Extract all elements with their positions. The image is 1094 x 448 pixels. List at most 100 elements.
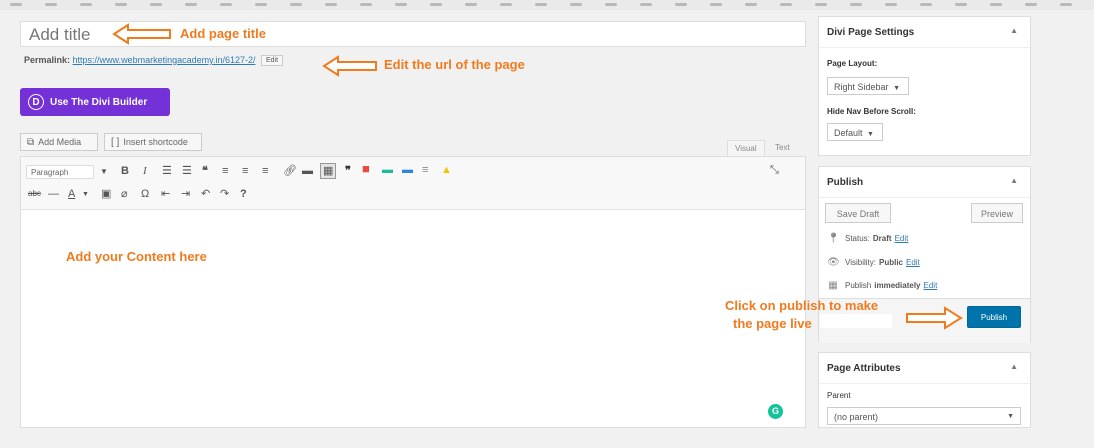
calendar-icon: ▦ — [828, 280, 838, 291]
visibility-edit-link[interactable]: Edit — [906, 258, 920, 267]
status-value: Draft — [872, 234, 892, 243]
publish-time-label: Publish — [845, 281, 872, 290]
bold-icon[interactable]: B — [121, 164, 129, 178]
collapse-caret-icon[interactable]: ▲ — [1010, 362, 1018, 371]
divi-quote-icon[interactable]: ❞ — [345, 164, 351, 178]
permalink-row: Permalink: https://www.webmarketingacade… — [24, 55, 284, 67]
divi-builder-button[interactable]: D Use The Divi Builder — [20, 88, 170, 116]
hide-nav-label: Hide Nav Before Scroll: — [827, 107, 916, 116]
visibility-row: 👁︎ Visibility: Public Edit — [827, 257, 920, 268]
collapse-caret-icon[interactable]: ▲ — [1010, 176, 1018, 185]
paragraph-format-value: Paragraph — [31, 168, 69, 177]
publish-header[interactable]: Publish ▲ — [819, 167, 1030, 198]
arrow-url-annotation — [322, 55, 377, 77]
annotation-title: Add page title — [180, 26, 266, 41]
divi-divider-icon[interactable]: ▬ — [382, 163, 393, 177]
pin-icon: 📍︎ — [827, 233, 840, 244]
save-draft-button[interactable]: Save Draft — [825, 203, 891, 223]
add-media-label: Add Media — [38, 137, 82, 147]
parent-select[interactable]: (no parent) ▼ — [827, 407, 1021, 425]
parent-label: Parent — [827, 391, 851, 400]
divi-logo-icon: D — [28, 94, 44, 110]
collapse-caret-icon[interactable]: ▲ — [1010, 26, 1018, 35]
publish-time-value: immediately — [874, 281, 921, 290]
divi-settings-title: Divi Page Settings — [827, 26, 915, 38]
chevron-down-icon: ▼ — [893, 85, 900, 92]
parent-value: (no parent) — [834, 412, 879, 422]
help-icon[interactable]: ? — [240, 187, 247, 201]
content-hint: Add your Content here — [66, 249, 207, 264]
status-edit-link[interactable]: Edit — [895, 234, 909, 243]
text-color-chevron-icon: ▼ — [82, 191, 89, 198]
annotation-publish-line1: Click on publish to make — [725, 298, 879, 313]
page-attributes-title: Page Attributes — [827, 362, 901, 374]
paste-text-icon[interactable]: ▣ — [101, 187, 111, 201]
annotation-publish-line2: the page live — [733, 316, 812, 331]
page-layout-value: Right Sidebar — [834, 82, 889, 92]
outdent-icon[interactable]: ⇤ — [161, 187, 170, 201]
align-left-icon[interactable]: ≡ — [222, 164, 228, 178]
divi-tabs-icon[interactable]: ▬ — [402, 163, 413, 177]
add-media-button[interactable]: ⧉ Add Media — [20, 133, 98, 151]
page-attributes-box: Page Attributes ▲ Parent (no parent) ▼ — [818, 352, 1031, 428]
add-media-icon: ⧉ — [27, 136, 35, 148]
read-more-icon[interactable]: ▬ — [302, 164, 313, 178]
status-row: 📍︎ Status: Draft Edit — [827, 233, 908, 244]
hide-nav-value: Default — [834, 128, 863, 138]
page-layout-select[interactable]: Right Sidebar ▼ — [827, 77, 909, 95]
chevron-down-icon: ▼ — [1007, 413, 1014, 420]
browser-toolbar-strip — [0, 0, 1094, 10]
insert-shortcode-label: Insert shortcode — [123, 137, 188, 147]
annotation-url: Edit the url of the page — [384, 57, 525, 72]
publish-time-edit-link[interactable]: Edit — [924, 281, 938, 290]
horizontal-line-icon[interactable]: — — [48, 187, 59, 201]
publish-button[interactable]: Publish — [967, 306, 1021, 328]
chevron-down-icon: ▼ — [100, 167, 108, 176]
visibility-value: Public — [878, 258, 903, 267]
shortcode-icon: [ ] — [111, 136, 120, 148]
permalink-label: Permalink: — [24, 55, 71, 65]
permalink-url[interactable]: https://www.webmarketingacademy.in/6127-… — [73, 55, 256, 65]
publish-title: Publish — [827, 176, 864, 188]
numbered-list-icon[interactable]: ☰ — [182, 164, 192, 178]
tab-visual[interactable]: Visual — [727, 140, 765, 157]
publish-time-row: ▦ Publish immediately Edit — [827, 280, 937, 291]
align-right-icon[interactable]: ≡ — [262, 164, 268, 178]
special-char-icon[interactable]: Ω — [141, 187, 149, 201]
tab-text[interactable]: Text — [768, 140, 797, 156]
chevron-down-icon: ▼ — [867, 131, 874, 138]
undo-icon[interactable]: ↶ — [201, 187, 210, 201]
divi-lock-icon[interactable]: ▲ — [441, 163, 452, 177]
redo-icon[interactable]: ↷ — [220, 187, 229, 201]
page-layout-label: Page Layout: — [827, 59, 878, 68]
indent-icon[interactable]: ⇥ — [181, 187, 190, 201]
annotation-backdrop — [820, 314, 892, 328]
divi-list-icon[interactable]: ≡ — [422, 163, 428, 177]
insert-shortcode-button[interactable]: [ ] Insert shortcode — [104, 133, 202, 151]
arrow-title-annotation — [112, 23, 171, 45]
link-icon[interactable]: 🔗︎ — [283, 164, 297, 178]
divi-settings-header[interactable]: Divi Page Settings ▲ — [819, 17, 1030, 48]
grammarly-icon[interactable]: G — [768, 404, 783, 419]
quote-icon[interactable]: ❝ — [202, 164, 208, 178]
italic-icon[interactable]: I — [143, 164, 147, 178]
hide-nav-select[interactable]: Default ▼ — [827, 123, 883, 141]
arrow-publish-annotation — [906, 306, 963, 330]
permalink-edit-button[interactable]: Edit — [261, 55, 284, 67]
status-label: Status: — [845, 234, 870, 243]
clear-format-icon[interactable]: ⌀ — [121, 187, 128, 201]
editor-toolbar — [21, 157, 805, 210]
divi-layout-icon[interactable]: ■ — [362, 162, 370, 176]
strikethrough-icon[interactable]: abc — [28, 187, 41, 201]
align-center-icon[interactable]: ≡ — [242, 164, 248, 178]
visibility-label: Visibility: — [845, 258, 876, 267]
preview-button[interactable]: Preview — [971, 203, 1023, 223]
fullscreen-icon[interactable]: ⤡ — [770, 163, 779, 177]
text-color-icon[interactable]: A — [68, 187, 75, 201]
bullet-list-icon[interactable]: ☰ — [162, 164, 172, 178]
paragraph-format-select[interactable]: Paragraph — [26, 165, 94, 179]
eye-icon: 👁︎ — [827, 257, 840, 268]
divi-page-settings-box: Divi Page Settings ▲ Page Layout: Right … — [818, 16, 1031, 156]
toolbar-toggle-icon[interactable]: ▦ — [320, 163, 337, 179]
page-attributes-header[interactable]: Page Attributes ▲ — [819, 353, 1030, 384]
